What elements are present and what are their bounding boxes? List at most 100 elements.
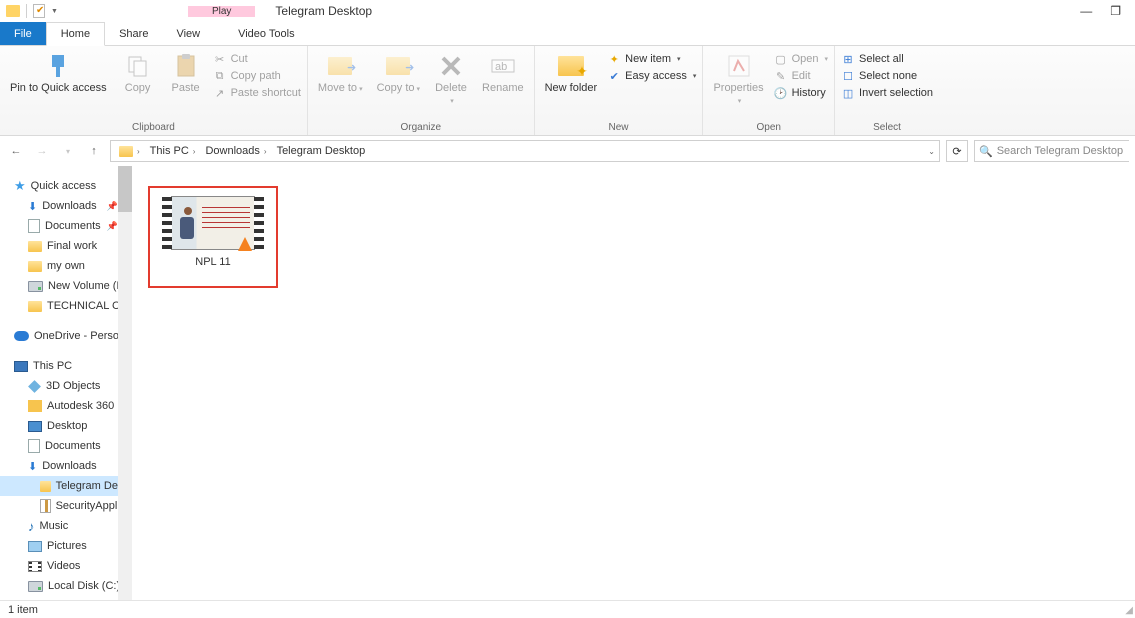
forward-button[interactable]: → xyxy=(32,141,52,161)
autodesk-icon xyxy=(28,400,42,412)
document-icon xyxy=(28,439,40,453)
easy-access-icon: ✔ xyxy=(607,69,621,83)
edit-button[interactable]: ✎Edit xyxy=(774,69,828,83)
select-all-button[interactable]: ⊞Select all xyxy=(841,52,933,66)
sidebar-item-this-pc[interactable]: This PC xyxy=(0,356,132,376)
maximize-button[interactable]: ❐ xyxy=(1110,4,1121,18)
cut-button[interactable]: ✂Cut xyxy=(213,52,301,66)
open-icon: ▢ xyxy=(774,52,788,66)
breadcrumb-downloads[interactable]: Downloads› xyxy=(201,145,270,157)
search-icon: 🔍 xyxy=(979,145,993,158)
invert-icon: ◫ xyxy=(841,86,855,100)
folder-icon xyxy=(28,261,42,272)
new-item-button[interactable]: ✦New item▾ xyxy=(607,52,696,66)
properties-icon[interactable]: ✔ xyxy=(33,4,45,18)
archive-icon xyxy=(40,499,51,513)
sidebar-item-telegram-desktop[interactable]: Telegram Deskt xyxy=(0,476,132,496)
easy-access-button[interactable]: ✔Easy access▾ xyxy=(607,69,696,83)
pin-to-quick-access-button[interactable]: Pin to Quick access xyxy=(6,50,111,96)
drive-icon xyxy=(28,281,43,292)
tab-view[interactable]: View xyxy=(162,22,214,45)
folder-icon xyxy=(28,241,42,252)
rename-button[interactable]: ab Rename xyxy=(478,50,528,96)
group-label: Clipboard xyxy=(6,122,301,135)
breadcrumb-bar[interactable]: › This PC› Downloads› Telegram Desktop ⌄ xyxy=(110,140,940,162)
folder-icon[interactable] xyxy=(6,5,20,17)
select-none-icon: ☐ xyxy=(841,69,855,83)
open-button[interactable]: ▢Open▾ xyxy=(774,52,828,66)
invert-selection-button[interactable]: ◫Invert selection xyxy=(841,86,933,100)
scissors-icon: ✂ xyxy=(213,52,227,66)
tab-home[interactable]: Home xyxy=(46,22,105,46)
sidebar-item-security[interactable]: SecurityApplian xyxy=(0,496,132,516)
svg-text:ab: ab xyxy=(495,61,507,73)
move-to-button[interactable]: ➜ Move to▾ xyxy=(314,50,367,98)
folder-icon xyxy=(28,301,42,312)
sidebar-item-videos[interactable]: Videos xyxy=(0,556,132,576)
search-input[interactable]: 🔍Search Telegram Desktop xyxy=(974,140,1129,162)
title-bar: ✔ ▼ Play Telegram Desktop — ❐ xyxy=(0,0,1135,22)
group-label: Organize xyxy=(314,122,528,135)
sidebar-item-pictures[interactable]: Pictures xyxy=(0,536,132,556)
file-list-pane[interactable]: NPL 11 xyxy=(132,166,1135,600)
contextual-tab-header: Play xyxy=(188,6,255,17)
sidebar-item-3d-objects[interactable]: 3D Objects xyxy=(0,376,132,396)
copy-button[interactable]: Copy xyxy=(117,50,159,96)
group-new: ✦ New folder ✦New item▾ ✔Easy access▾ Ne… xyxy=(535,46,704,135)
move-to-icon: ➜ xyxy=(326,52,354,80)
recent-dropdown[interactable]: ▾ xyxy=(58,141,78,161)
copy-icon xyxy=(124,52,152,80)
sidebar-item-quick-access[interactable]: ★Quick access xyxy=(0,176,132,196)
history-icon: 🕑 xyxy=(774,86,788,100)
properties-button[interactable]: Properties▾ xyxy=(709,50,767,110)
video-thumbnail xyxy=(171,196,255,250)
sidebar-item-onedrive[interactable]: OneDrive - Person xyxy=(0,326,132,346)
scrollbar-thumb[interactable] xyxy=(118,166,132,212)
tab-file[interactable]: File xyxy=(0,22,46,45)
paste-button[interactable]: Paste xyxy=(165,50,207,96)
vlc-cone-icon xyxy=(238,237,252,251)
copy-path-icon: ⧉ xyxy=(213,69,227,83)
sidebar-item-documents2[interactable]: Documents xyxy=(0,436,132,456)
history-button[interactable]: 🕑History xyxy=(774,86,828,100)
ribbon: Pin to Quick access Copy Paste ✂Cut ⧉Cop… xyxy=(0,46,1135,136)
paste-shortcut-button[interactable]: ↗Paste shortcut xyxy=(213,86,301,100)
scrollbar-track[interactable] xyxy=(118,166,132,600)
select-none-button[interactable]: ☐Select none xyxy=(841,69,933,83)
file-item[interactable]: NPL 11 xyxy=(148,186,278,288)
sidebar-item-technical[interactable]: TECHNICAL COI xyxy=(0,296,132,316)
minimize-button[interactable]: — xyxy=(1080,4,1092,18)
up-button[interactable]: ↑ xyxy=(84,141,104,161)
drive-icon xyxy=(28,581,43,592)
breadcrumb-this-pc[interactable]: This PC› xyxy=(146,145,200,157)
sidebar-item-documents[interactable]: Documents📌 xyxy=(0,216,132,236)
sidebar-item-desktop[interactable]: Desktop xyxy=(0,416,132,436)
navigation-pane[interactable]: ★Quick access ⬇Downloads📌 Documents📌 Fin… xyxy=(0,166,132,600)
shortcut-icon: ↗ xyxy=(213,86,227,100)
pin-icon xyxy=(44,52,72,80)
new-folder-button[interactable]: ✦ New folder xyxy=(541,50,602,96)
breadcrumb-telegram-desktop[interactable]: Telegram Desktop xyxy=(273,145,370,157)
copy-to-button[interactable]: ➜ Copy to▾ xyxy=(373,50,424,98)
rename-icon: ab xyxy=(489,52,517,80)
sidebar-item-music[interactable]: ♪Music xyxy=(0,516,132,536)
sidebar-item-downloads[interactable]: ⬇Downloads📌 xyxy=(0,196,132,216)
sidebar-item-new-volume2[interactable]: New Volume (D: xyxy=(0,596,132,600)
group-clipboard: Pin to Quick access Copy Paste ✂Cut ⧉Cop… xyxy=(0,46,308,135)
sidebar-item-new-volume[interactable]: New Volume (D: xyxy=(0,276,132,296)
sidebar-item-downloads2[interactable]: ⬇Downloads xyxy=(0,456,132,476)
qat-dropdown-icon[interactable]: ▼ xyxy=(51,8,58,15)
address-dropdown-icon[interactable]: ⌄ xyxy=(928,147,935,156)
copy-path-button[interactable]: ⧉Copy path xyxy=(213,69,301,83)
sidebar-item-autodesk[interactable]: Autodesk 360 xyxy=(0,396,132,416)
sidebar-item-local-disk[interactable]: Local Disk (C:) xyxy=(0,576,132,596)
sidebar-item-my-own[interactable]: my own xyxy=(0,256,132,276)
delete-button[interactable]: Delete▾ xyxy=(430,50,472,110)
tab-video-tools[interactable]: Video Tools xyxy=(224,22,308,45)
resize-grip[interactable]: ◢ xyxy=(1125,605,1133,616)
tab-share[interactable]: Share xyxy=(105,22,162,45)
refresh-button[interactable]: ⟳ xyxy=(946,140,968,162)
back-button[interactable]: ← xyxy=(6,141,26,161)
sidebar-item-final-work[interactable]: Final work xyxy=(0,236,132,256)
chevron-right-icon[interactable]: › xyxy=(137,147,140,156)
